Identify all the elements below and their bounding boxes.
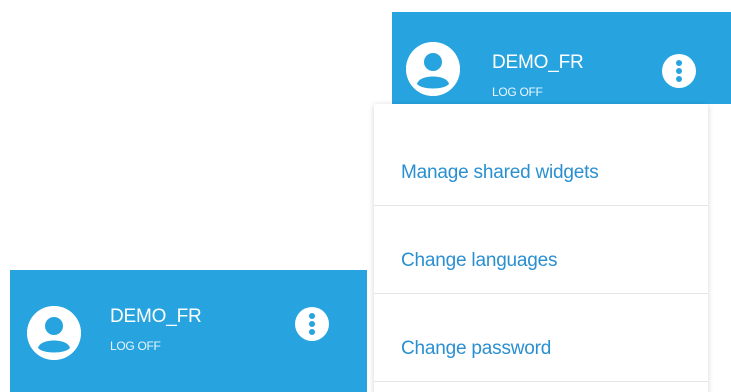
menu-item-change-languages[interactable]: Change languages [374,206,708,294]
menu-item-label: Manage shared widgets [401,162,599,183]
username-label: DEMO_FR [492,52,584,73]
screenshot-stage: DEMO_FR LOG OFF DEMO_FR LOG OFF Manage s… [0,0,731,392]
logoff-link[interactable]: LOG OFF [492,85,543,99]
user-header-bar-secondary: DEMO_FR LOG OFF [10,270,367,392]
menu-item-label: Change password [401,338,552,359]
menu-item-change-password[interactable]: Change password [374,294,708,382]
user-dropdown-menu: Manage shared widgets Change languages C… [374,104,708,392]
more-vertical-icon[interactable] [662,54,696,88]
more-vertical-icon[interactable] [295,307,329,341]
user-avatar-icon [27,306,81,360]
username-label: DEMO_FR [110,306,202,327]
logoff-link[interactable]: LOG OFF [110,339,161,353]
menu-item-label: Change languages [401,250,558,271]
menu-item-manage-shared-widgets[interactable]: Manage shared widgets [374,118,708,206]
user-header-bar: DEMO_FR LOG OFF [392,12,731,104]
user-avatar-icon [406,42,460,96]
